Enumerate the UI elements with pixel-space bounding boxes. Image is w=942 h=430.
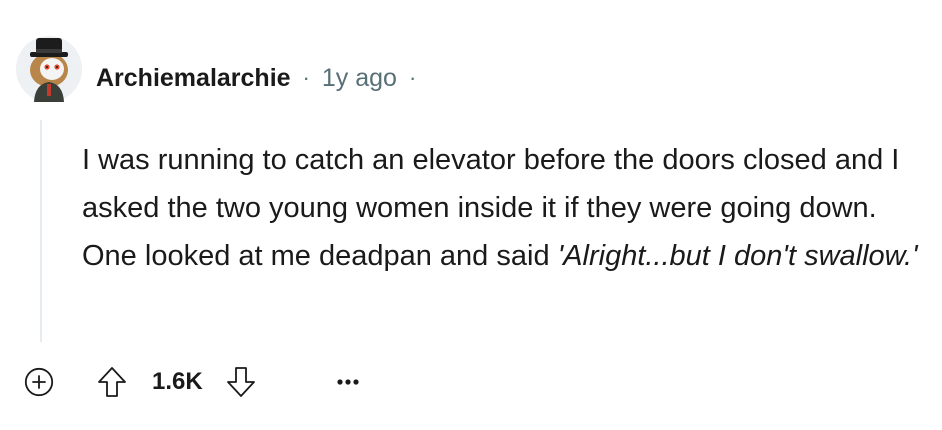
comment-body-quote: 'Alright...but I don't swallow.': [557, 240, 918, 272]
plus-circle-icon: [24, 367, 54, 397]
more-options-button[interactable]: [326, 364, 370, 400]
upvote-button[interactable]: [92, 362, 132, 402]
username-link[interactable]: Archiemalarchie: [96, 64, 291, 93]
downvote-button[interactable]: [221, 362, 261, 402]
timestamp[interactable]: 1y ago: [322, 64, 397, 93]
meta-separator-trailing: ·: [408, 65, 417, 90]
comment: Archiemalarchie · 1y ago · I was running…: [0, 0, 942, 430]
overflow-menu-icon: [337, 379, 359, 385]
thread-line[interactable]: [40, 120, 42, 342]
comment-body: I was running to catch an elevator befor…: [82, 136, 922, 280]
avatar-icon: [16, 36, 82, 102]
vote-controls: 1.6K: [92, 362, 261, 402]
vote-score: 1.6K: [152, 368, 203, 395]
downvote-arrow-icon: [226, 367, 255, 397]
comment-header: Archiemalarchie · 1y ago ·: [96, 58, 428, 98]
meta-separator: ·: [302, 65, 310, 90]
expand-button[interactable]: [24, 367, 54, 397]
upvote-arrow-icon: [98, 367, 126, 397]
avatar[interactable]: [16, 36, 82, 102]
comment-actions: 1.6K: [0, 356, 942, 408]
